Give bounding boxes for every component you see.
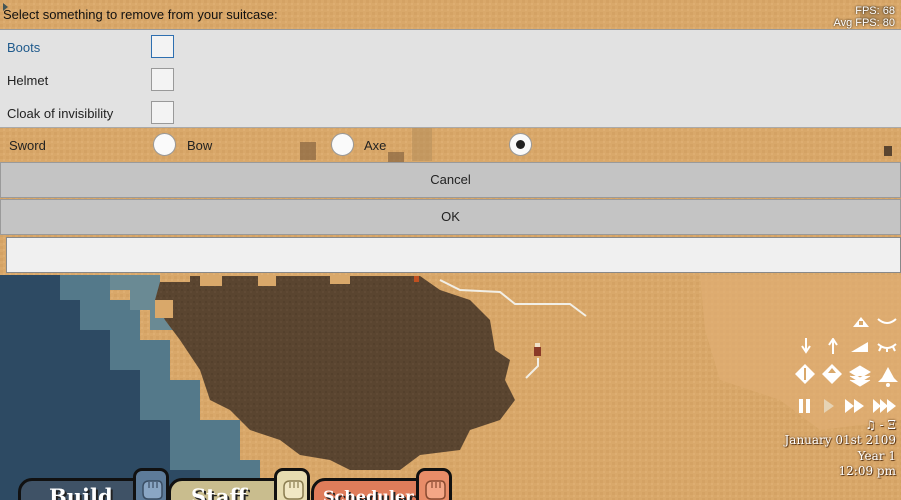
checkbox-boots[interactable] [151, 35, 174, 58]
radio-label-bow: Bow [187, 138, 213, 153]
game-date: January 01st 2109 [784, 433, 896, 447]
radio-label-sword: Sword [9, 138, 46, 153]
checkbox-helmet[interactable] [151, 68, 174, 91]
staff-fist-icon[interactable] [274, 468, 310, 500]
tab-scheduler-label: Scheduler [323, 487, 414, 500]
fast-forward-icon[interactable] [844, 398, 866, 414]
arrow-down-icon[interactable] [800, 338, 812, 354]
tab-build-label: Build [49, 484, 113, 500]
game-time: 12:09 pm [838, 464, 896, 478]
ok-button[interactable]: OK [0, 199, 901, 235]
checkbox-row-cloak[interactable]: Cloak of invisibility [0, 96, 901, 129]
slope-icon[interactable] [850, 338, 870, 354]
play-icon[interactable] [822, 398, 836, 414]
dialog-prompt: Select something to remove from your sui… [3, 7, 278, 22]
radio-axe[interactable] [509, 133, 532, 156]
radio-selected-dot [516, 140, 525, 149]
tab-staff-label: Staff [191, 484, 247, 500]
colonist-sprite[interactable] [534, 343, 541, 356]
eye-lashes-icon[interactable] [876, 340, 898, 352]
checkbox-row-helmet[interactable]: Helmet [0, 63, 901, 96]
checkbox-label-cloak: Cloak of invisibility [7, 106, 114, 121]
weapon-radio-group: Sword Bow Axe [0, 128, 901, 161]
eye-closed-icon[interactable] [876, 316, 898, 326]
checkbox-row-boots[interactable]: Boots [0, 30, 901, 63]
radio-bow[interactable] [331, 133, 354, 156]
dialog-prompt-bar: Select something to remove from your sui… [0, 0, 901, 29]
build-fist-icon[interactable] [133, 468, 169, 500]
arrow-up-icon[interactable] [827, 338, 839, 354]
avg-fps-value: Avg FPS: 80 [833, 17, 895, 29]
terrain-up-icon[interactable] [851, 313, 871, 329]
cancel-button[interactable]: Cancel [0, 162, 901, 198]
checkbox-panel: Boots Helmet Cloak of invisibility [0, 29, 901, 128]
checkbox-label-boots: Boots [7, 40, 41, 55]
game-year: Year 1 [857, 449, 896, 463]
music-indicator[interactable]: ♫ - Ξ [865, 418, 896, 432]
bell-icon[interactable] [876, 364, 900, 388]
tab-build[interactable]: Build [18, 478, 148, 500]
fps-value: FPS: 68 [855, 5, 895, 17]
text-input[interactable] [6, 237, 901, 273]
checkbox-cloak[interactable] [151, 101, 174, 124]
build-up-icon[interactable] [820, 362, 844, 388]
fastest-icon[interactable] [872, 398, 898, 414]
checkbox-label-helmet: Helmet [7, 73, 49, 88]
radio-label-axe: Axe [364, 138, 387, 153]
layers-icon[interactable] [848, 364, 872, 388]
radio-sword[interactable] [153, 133, 176, 156]
scheduler-fist-icon[interactable] [416, 468, 452, 500]
pause-icon[interactable] [797, 398, 813, 414]
fps-display: FPS: 68 Avg FPS: 80 [833, 5, 895, 29]
dig-down-icon[interactable] [793, 362, 817, 388]
